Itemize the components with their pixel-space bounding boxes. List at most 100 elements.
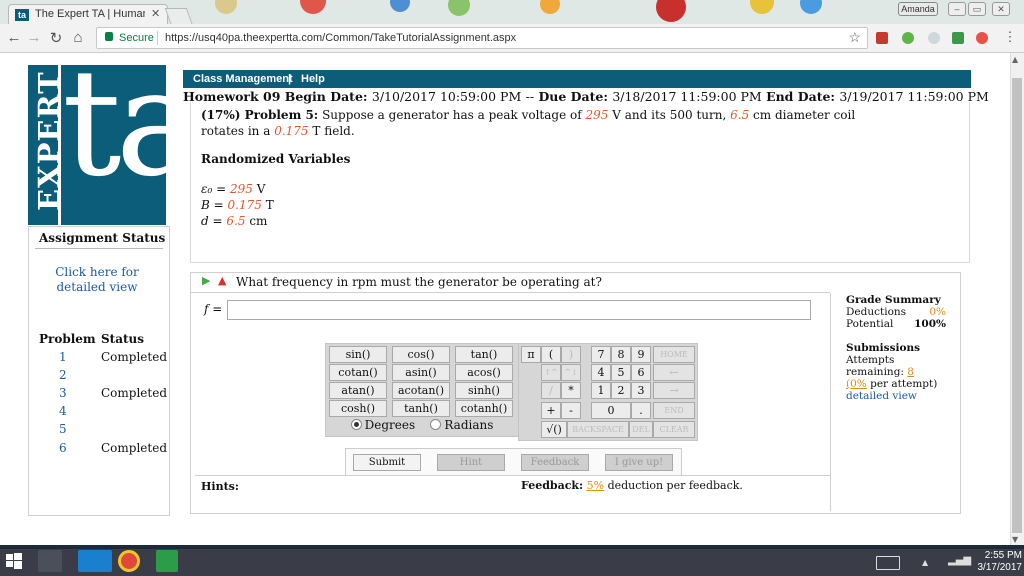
variable-emf: ε₀ = 295 V: [201, 182, 265, 196]
key-divide[interactable]: /: [541, 382, 561, 399]
key-sin[interactable]: sin(): [329, 346, 387, 363]
key-atan[interactable]: atan(): [329, 382, 387, 399]
key-9[interactable]: 9: [631, 346, 651, 363]
problem-link-4[interactable]: 4: [59, 404, 67, 418]
give-up-button[interactable]: I give up!: [605, 454, 673, 471]
extension-circle-icon[interactable]: [928, 32, 940, 44]
key-5[interactable]: 5: [611, 364, 631, 381]
numeric-keypad: π ( ) 7 8 9 HOME ↑^ ^↓ 4 5 6 ← / * 1 2 3…: [518, 343, 698, 441]
key-1[interactable]: 1: [591, 382, 611, 399]
key-pi[interactable]: π: [521, 346, 541, 363]
top-menu-bar: Class Management | Help: [183, 70, 971, 88]
reload-icon[interactable]: ↻: [48, 29, 64, 47]
key-right-paren[interactable]: ): [561, 346, 581, 363]
keyboard-icon[interactable]: [876, 556, 900, 570]
problem-link-1[interactable]: 1: [59, 350, 67, 364]
key-cotanh[interactable]: cotanh(): [455, 400, 513, 417]
answer-input[interactable]: [227, 300, 811, 320]
key-del[interactable]: DEL: [629, 421, 653, 438]
detailed-view-link[interactable]: Click here for detailed view: [49, 265, 145, 295]
menu-separator: |: [288, 73, 292, 85]
home-icon[interactable]: ⌂: [70, 29, 86, 46]
scrollbar-thumb[interactable]: [1012, 78, 1022, 533]
key-7[interactable]: 7: [591, 346, 611, 363]
hint-button[interactable]: Hint: [437, 454, 505, 471]
task-view-icon[interactable]: [38, 550, 62, 572]
degrees-label: Degrees: [364, 418, 416, 432]
submissions-detailed-view-link[interactable]: detailed view: [846, 390, 946, 402]
menu-dots-icon[interactable]: ⋮: [1002, 29, 1018, 45]
tray-up-arrow-icon[interactable]: ▲: [922, 558, 928, 567]
key-acotan[interactable]: acotan(): [392, 382, 450, 399]
extension-icon[interactable]: [876, 32, 888, 44]
key-up-arrow[interactable]: ↑^: [541, 364, 561, 381]
variable-unit: cm: [249, 214, 268, 228]
bookmark-star-icon[interactable]: ☆: [848, 29, 861, 46]
back-arrow-icon[interactable]: ←: [6, 29, 22, 46]
key-plus[interactable]: +: [541, 402, 561, 419]
windows-start-icon[interactable]: [4, 551, 24, 571]
key-asin[interactable]: asin(): [392, 364, 450, 381]
extension-grid-icon[interactable]: [952, 32, 964, 44]
key-cosh[interactable]: cosh(): [329, 400, 387, 417]
key-3[interactable]: 3: [631, 382, 651, 399]
key-forward-arrow[interactable]: →: [653, 382, 695, 399]
key-tan[interactable]: tan(): [455, 346, 513, 363]
tab-close-icon[interactable]: ✕: [151, 7, 160, 20]
key-home[interactable]: HOME: [653, 346, 695, 363]
taskbar-clock[interactable]: 2:55 PM 3/17/2017: [966, 550, 1023, 574]
radians-radio[interactable]: [430, 419, 442, 430]
key-multiply[interactable]: *: [561, 382, 581, 399]
deductions-value: 0%: [929, 306, 946, 318]
key-8[interactable]: 8: [611, 346, 631, 363]
problem-link-2[interactable]: 2: [59, 368, 67, 382]
key-end[interactable]: END: [653, 402, 695, 419]
key-decimal[interactable]: .: [631, 402, 651, 419]
extension-s-icon[interactable]: [976, 32, 988, 44]
store-icon[interactable]: [156, 550, 178, 572]
key-back-arrow[interactable]: ←: [653, 364, 695, 381]
degrees-radio[interactable]: [350, 419, 362, 430]
help-link[interactable]: Help: [301, 73, 325, 85]
key-6[interactable]: 6: [631, 364, 651, 381]
assignment-status-panel: Assignment Status Click here for detaile…: [28, 226, 170, 516]
decor-ball: [800, 0, 822, 14]
key-tanh[interactable]: tanh(): [392, 400, 450, 417]
variable-symbol: B =: [201, 198, 224, 212]
key-backspace[interactable]: BACKSPACE: [567, 421, 629, 438]
feedback-button[interactable]: Feedback: [521, 454, 589, 471]
problem-link-5[interactable]: 5: [59, 422, 67, 436]
class-management-link[interactable]: Class Management: [193, 73, 293, 85]
key-minus[interactable]: -: [561, 402, 581, 419]
key-2[interactable]: 2: [611, 382, 631, 399]
play-icon[interactable]: ▶: [202, 274, 210, 287]
new-tab-button[interactable]: [164, 8, 194, 24]
key-sqrt[interactable]: √(): [541, 421, 567, 438]
feedback-info: Feedback: 5% deduction per feedback.: [521, 479, 743, 492]
maximize-icon[interactable]: ▭: [968, 2, 986, 16]
problem-link-6[interactable]: 6: [59, 441, 67, 455]
scroll-down-icon[interactable]: ▼: [1012, 535, 1018, 544]
key-0[interactable]: 0: [591, 402, 631, 419]
scroll-up-icon[interactable]: ▲: [1012, 55, 1018, 64]
profile-button[interactable]: Amanda: [898, 2, 938, 16]
lenovo-app-icon[interactable]: [78, 550, 112, 572]
forward-arrow-icon[interactable]: →: [26, 29, 42, 46]
decor-ball: [448, 0, 470, 16]
submit-button[interactable]: Submit: [353, 454, 421, 471]
key-cotan[interactable]: cotan(): [329, 364, 387, 381]
browser-tab[interactable]: ta The Expert TA | Human- ✕: [8, 4, 168, 24]
key-clear[interactable]: CLEAR: [653, 421, 695, 438]
key-cos[interactable]: cos(): [392, 346, 450, 363]
close-window-icon[interactable]: ✕: [992, 2, 1010, 16]
key-acos[interactable]: acos(): [455, 364, 513, 381]
extension-leaf-icon[interactable]: [902, 32, 914, 44]
key-down-arrow[interactable]: ^↓: [561, 364, 581, 381]
key-left-paren[interactable]: (: [541, 346, 561, 363]
minimize-icon[interactable]: –: [948, 2, 966, 16]
key-4[interactable]: 4: [591, 364, 611, 381]
address-bar[interactable]: Secure https://usq40pa.theexpertta.com/C…: [96, 27, 868, 49]
chrome-icon[interactable]: [118, 550, 140, 572]
key-sinh[interactable]: sinh(): [455, 382, 513, 399]
problem-link-3[interactable]: 3: [59, 386, 67, 400]
